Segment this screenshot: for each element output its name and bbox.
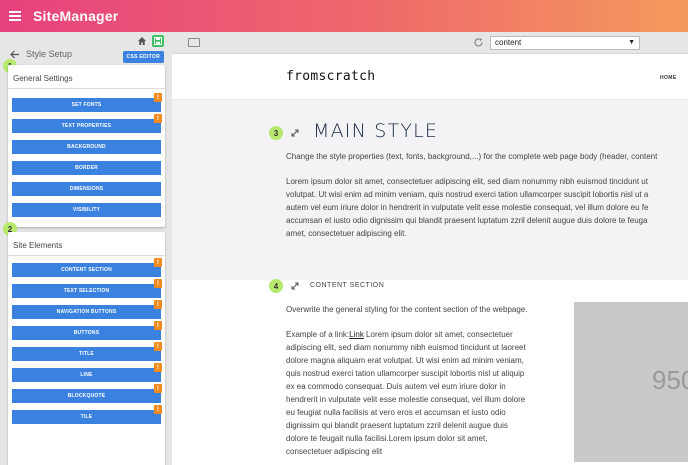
main-style-intro: Change the style properties (text, fonts… — [286, 152, 658, 161]
section-select[interactable]: content ▼ — [490, 36, 640, 50]
preview-toolbar: content ▼ — [172, 32, 688, 54]
page-preview: content ▼ fromscratch HOME 3 MAIN STYLE … — [172, 32, 688, 465]
blockquote-button[interactable]: BLOCKQUOTE ! — [12, 384, 162, 403]
buttons-button[interactable]: BUTTONS ! — [12, 321, 162, 340]
nav-home-link[interactable]: HOME — [660, 75, 677, 81]
content-paragraph-line: dolore te feugait nulla facilisi.Lorem i… — [286, 434, 488, 443]
warning-icon: ! — [154, 321, 162, 330]
content-paragraph-line: ex ea commodo consequat. Duis autem vel … — [286, 382, 506, 391]
back-to-style-setup[interactable]: Style Setup — [10, 49, 72, 59]
back-arrow-icon[interactable] — [10, 50, 20, 59]
content-paragraph-line: hendrerit in vulputate velit esse molest… — [286, 395, 526, 404]
warning-icon: ! — [154, 363, 162, 372]
step-badge-4: 4 — [269, 279, 283, 293]
example-link[interactable]: Link — [349, 330, 364, 339]
visibility-button[interactable]: VISIBILITY — [12, 203, 161, 217]
warning-icon: ! — [154, 279, 162, 288]
save-icon[interactable] — [152, 35, 164, 47]
content-paragraph-line: adipiscing elit, sed diam nonummy nibh e… — [286, 343, 526, 352]
content-paragraph-line: dignissim qui blandit praesent luptatum … — [286, 421, 508, 430]
image-icon[interactable] — [188, 38, 200, 47]
warning-icon: ! — [154, 114, 162, 123]
general-settings-title: General Settings — [8, 65, 165, 89]
general-settings-card: General Settings SET FONTS ! TEXT PROPER… — [8, 65, 165, 227]
navigation-buttons-button[interactable]: NAVIGATION BUTTONS ! — [12, 300, 162, 319]
top-bar: SiteManager — [0, 0, 688, 32]
content-paragraph-line: dolore magna aliquam erat volutpat. Ut w… — [286, 356, 524, 365]
main-style-heading: MAIN STYLE — [313, 120, 439, 142]
site-elements-card: Site Elements CONTENT SECTION ! TEXT SEL… — [8, 232, 165, 465]
expand-icon[interactable] — [290, 281, 300, 291]
dropdown-caret-icon: ▼ — [628, 39, 635, 46]
expand-icon[interactable] — [290, 128, 300, 138]
content-paragraph-line: quis nostrud exerci tation ullamcorper s… — [286, 369, 525, 378]
set-fonts-button[interactable]: SET FONTS ! — [12, 93, 162, 112]
image-placeholder-label: 950 — [652, 365, 688, 395]
background-button[interactable]: BACKGROUND — [12, 140, 161, 154]
site-header: fromscratch HOME — [172, 55, 688, 100]
panel-title: Style Setup — [26, 49, 73, 59]
site-logo[interactable]: fromscratch — [286, 69, 375, 84]
title-button[interactable]: TITLE ! — [12, 342, 162, 361]
main-style-paragraph-line: Lorem ipsum dolor sit amet, consectetuer… — [286, 177, 648, 186]
content-section-heading: CONTENT SECTION — [310, 282, 385, 289]
main-style-paragraph-line: amet, consectetuer adipiscing elit. — [286, 229, 407, 238]
image-placeholder: 950 — [574, 302, 688, 462]
tile-button[interactable]: TILE ! — [12, 405, 162, 424]
reload-icon[interactable] — [473, 37, 484, 48]
main-style-paragraph-line: volutpat. Ut wisi enim ad minim veniam, … — [286, 190, 649, 199]
main-style-paragraph-line: autem vel eum iriure dolor in hendrerit … — [286, 203, 649, 212]
menu-icon[interactable] — [9, 11, 21, 21]
content-section-intro: Overwrite the general styling for the co… — [286, 305, 528, 314]
panel-tools — [137, 35, 164, 47]
content-paragraph-line: eu feugiat nulla facilisis at vero eros … — [286, 408, 506, 417]
warning-icon: ! — [154, 342, 162, 351]
css-editor-button[interactable]: CSS EDITOR — [122, 51, 164, 63]
warning-icon: ! — [154, 405, 162, 414]
warning-icon: ! — [154, 258, 162, 267]
border-button[interactable]: BORDER — [12, 161, 161, 175]
content-section-button[interactable]: CONTENT SECTION ! — [12, 258, 162, 277]
content-paragraph-line: Example of a link:Link Lorem ipsum dolor… — [286, 330, 513, 339]
text-selection-button[interactable]: TEXT SELECTION ! — [12, 279, 162, 298]
warning-icon: ! — [154, 384, 162, 393]
content-paragraph-line: consectetuer adipiscing elit — [286, 447, 383, 456]
text-properties-button[interactable]: TEXT PROPERTIES ! — [12, 114, 162, 133]
step-badge-3: 3 — [269, 126, 283, 140]
app-title: SiteManager — [33, 8, 119, 24]
dimensions-button[interactable]: DIMENSIONS — [12, 182, 161, 196]
line-button[interactable]: LINE ! — [12, 363, 162, 382]
style-setup-panel: CSS EDITOR Style Setup 1 General Setting… — [0, 32, 172, 465]
main-style-paragraph-line: accumsan et iusto odio dignissim qui bla… — [286, 216, 648, 225]
warning-icon: ! — [154, 93, 162, 102]
site-elements-title: Site Elements — [8, 232, 165, 256]
warning-icon: ! — [154, 300, 162, 309]
home-icon[interactable] — [137, 36, 147, 46]
